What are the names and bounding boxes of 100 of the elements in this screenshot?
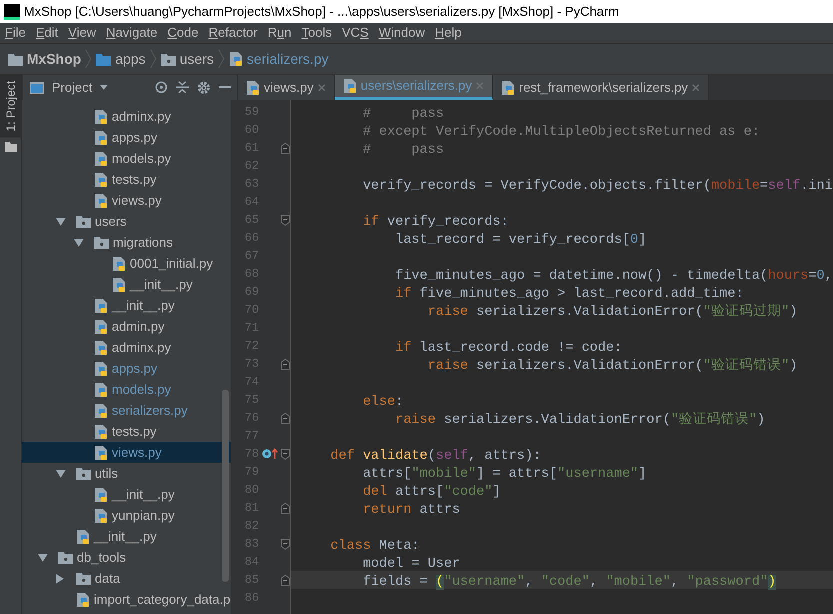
python-file-icon xyxy=(112,276,126,292)
folder-icon xyxy=(76,572,91,585)
tree-item[interactable]: migrations xyxy=(113,232,173,252)
tree-row[interactable]: tests.py xyxy=(22,169,232,190)
python-file-icon xyxy=(94,318,108,334)
tree-item[interactable]: data xyxy=(95,568,120,588)
breadcrumb-item[interactable]: apps xyxy=(115,48,146,70)
breadcrumb-item[interactable]: MxShop xyxy=(27,48,82,70)
scrollbar[interactable] xyxy=(222,390,230,582)
project-tool-tab[interactable]: 1: Project xyxy=(0,75,22,138)
tree-row[interactable]: views.py xyxy=(22,190,232,211)
tree-row[interactable]: adminx.py xyxy=(22,106,232,127)
tree-item[interactable]: tests.py xyxy=(112,170,157,190)
code-line: if verify_records: xyxy=(362,214,509,232)
tree-item[interactable]: serializers.py xyxy=(112,400,188,420)
python-file-icon xyxy=(94,382,108,398)
tree-row[interactable]: __init__.py xyxy=(22,295,232,316)
folder-icon xyxy=(76,215,91,228)
breadcrumb-item[interactable]: users xyxy=(180,48,214,70)
collapse-icon[interactable] xyxy=(176,81,189,94)
fold-marker-icon[interactable] xyxy=(281,214,290,226)
crosshair-icon[interactable] xyxy=(155,81,168,94)
tree-row[interactable]: models.py xyxy=(22,148,232,169)
tree-row[interactable]: apps.py xyxy=(22,358,232,379)
tree-item[interactable]: adminx.py xyxy=(112,106,172,126)
tree-item[interactable]: utils xyxy=(95,464,118,484)
tree-item[interactable]: views.py xyxy=(112,442,162,462)
menu-item[interactable]: Tools xyxy=(296,23,338,43)
tree-item[interactable]: views.py xyxy=(112,190,162,210)
menu-item[interactable]: File xyxy=(0,23,31,43)
tree-item[interactable]: 0001_initial.py xyxy=(130,254,214,274)
menu-item[interactable]: View xyxy=(63,23,102,43)
fold-marker-icon[interactable] xyxy=(281,448,290,460)
tree-item[interactable]: __init__.py xyxy=(112,296,175,316)
python-file-icon xyxy=(94,298,108,314)
tree-item[interactable]: __init__.py xyxy=(94,526,157,546)
tree-item[interactable]: apps.py xyxy=(112,128,158,148)
tree-row[interactable]: 0001_initial.py xyxy=(22,253,232,274)
code-line: attrs["mobile"] = attrs["username"] xyxy=(362,466,647,484)
menu-item[interactable]: Window xyxy=(374,23,430,43)
code-line: def validate(self, attrs): xyxy=(330,448,542,466)
tree-item[interactable]: adminx.py xyxy=(112,338,172,358)
chevron-icon xyxy=(85,49,92,69)
tree-item[interactable]: db_tools xyxy=(77,548,126,568)
panel-title[interactable]: Project xyxy=(52,78,92,98)
expand-arrow-icon[interactable] xyxy=(56,218,66,226)
fold-marker-icon[interactable] xyxy=(281,412,290,424)
expand-arrow-icon[interactable] xyxy=(38,554,48,562)
tree-item[interactable]: tests.py xyxy=(112,422,157,442)
tree-row[interactable]: tests.py xyxy=(22,421,232,442)
menu-item[interactable]: VCS xyxy=(337,23,374,43)
tree-row[interactable]: yunpian.py xyxy=(22,505,232,526)
tree-row[interactable]: views.py xyxy=(22,442,232,463)
tree-item[interactable]: models.py xyxy=(112,148,172,168)
menu-item[interactable]: Help xyxy=(430,23,467,43)
menu-item[interactable]: Refactor xyxy=(204,23,263,43)
override-marker-icon[interactable] xyxy=(262,448,278,460)
menu-item[interactable]: Run xyxy=(262,23,297,43)
python-file-icon xyxy=(94,192,108,208)
folder-icon xyxy=(76,467,91,480)
tree-item[interactable]: import_category_data.p xyxy=(94,590,231,610)
folder-icon xyxy=(96,52,112,66)
tree-item[interactable]: __init__.py xyxy=(130,274,193,294)
minimize-icon[interactable] xyxy=(219,86,231,89)
tree-item[interactable]: apps.py xyxy=(112,358,158,378)
breadcrumb-item[interactable]: serializers.py xyxy=(247,48,329,70)
expand-arrow-icon[interactable] xyxy=(74,238,84,246)
menu-item[interactable]: Navigate xyxy=(101,23,163,43)
fold-marker-icon[interactable] xyxy=(281,358,290,370)
fold-marker-icon[interactable] xyxy=(281,574,290,586)
python-file-icon xyxy=(94,444,108,460)
tree-row[interactable]: apps.py xyxy=(22,127,232,148)
code-line: # pass xyxy=(362,106,444,124)
tree-item[interactable]: admin.py xyxy=(112,316,165,336)
settings-icon[interactable] xyxy=(197,80,211,94)
python-file-icon xyxy=(94,150,108,166)
tree-item[interactable]: models.py xyxy=(112,380,172,400)
expand-arrow-icon[interactable] xyxy=(56,470,66,478)
fold-marker-icon[interactable] xyxy=(281,502,290,514)
menu-item[interactable]: Code xyxy=(162,23,204,43)
code-line: del attrs["code"] xyxy=(362,484,501,502)
tree-item[interactable]: __init__.py xyxy=(112,484,175,504)
fold-marker-icon[interactable] xyxy=(281,538,290,550)
tree-row[interactable]: __init__.py xyxy=(22,526,232,547)
tree-item[interactable]: users xyxy=(95,212,127,232)
tree-row[interactable]: adminx.py xyxy=(22,337,232,358)
chevron-icon xyxy=(150,49,157,69)
tree-row[interactable]: models.py xyxy=(22,379,232,400)
python-file-icon xyxy=(94,486,108,502)
menu-item[interactable]: Edit xyxy=(30,23,64,43)
fold-marker-icon[interactable] xyxy=(281,142,290,154)
dropdown-caret-icon[interactable] xyxy=(100,85,108,90)
folder-icon xyxy=(58,551,73,564)
tree-row[interactable]: admin.py xyxy=(22,316,232,337)
tree-row[interactable]: serializers.py xyxy=(22,400,232,421)
tree-row[interactable]: __init__.py xyxy=(22,484,232,505)
tree-row[interactable]: __init__.py xyxy=(22,274,232,295)
tree-item[interactable]: yunpian.py xyxy=(112,506,175,526)
expand-arrow-icon[interactable] xyxy=(56,574,64,584)
tree-row[interactable]: import_category_data.p xyxy=(22,589,232,610)
